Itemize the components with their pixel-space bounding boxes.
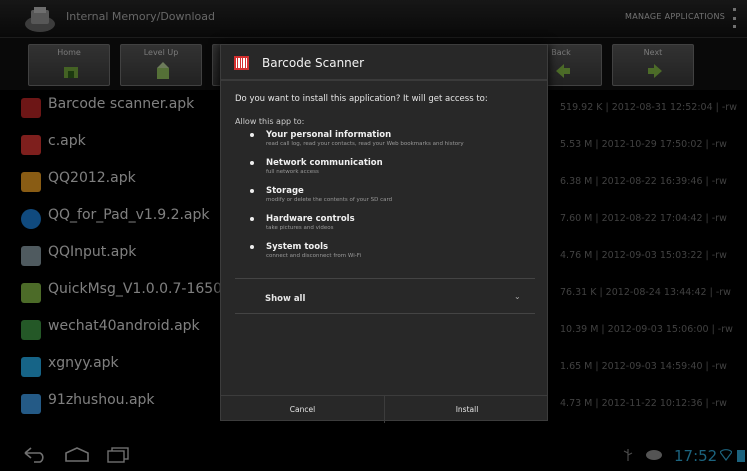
permission-description: take pictures and videos: [266, 225, 334, 231]
permission-title: Hardware controls: [266, 214, 355, 224]
permission-description: full network access: [266, 169, 319, 175]
permission-title: System tools: [266, 242, 329, 252]
bullet-icon: [250, 133, 254, 137]
dialog-button-bar: Cancel Install: [221, 395, 549, 423]
divider: [235, 278, 535, 279]
permission-title: Storage: [266, 186, 304, 196]
allow-label: Allow this app to:: [235, 117, 305, 126]
permission-description: modify or delete the contents of your SD…: [266, 197, 393, 203]
barcode-scanner-icon: [234, 56, 249, 70]
cancel-button[interactable]: Cancel: [221, 396, 385, 423]
permission-description: connect and disconnect from Wi-Fi: [266, 253, 361, 259]
dialog-body: Do you want to install this application?…: [235, 94, 535, 259]
bullet-icon: [250, 245, 254, 249]
show-all-button[interactable]: Show all: [265, 294, 305, 304]
dialog-header: Barcode Scanner: [221, 45, 547, 81]
divider: [235, 313, 535, 314]
bullet-icon: [250, 161, 254, 165]
chevron-down-icon[interactable]: ⌄: [514, 292, 521, 301]
bullet-icon: [250, 189, 254, 193]
install-question: Do you want to install this application?…: [235, 94, 488, 104]
permission-title: Network communication: [266, 158, 383, 168]
bullet-icon: [250, 217, 254, 221]
permission-description: read call log, read your contacts, read …: [266, 141, 464, 147]
permission-title: Your personal information: [266, 130, 392, 140]
dialog-title: Barcode Scanner: [262, 56, 365, 70]
install-dialog: Barcode Scanner Do you want to install t…: [220, 44, 549, 423]
install-button[interactable]: Install: [385, 396, 549, 423]
